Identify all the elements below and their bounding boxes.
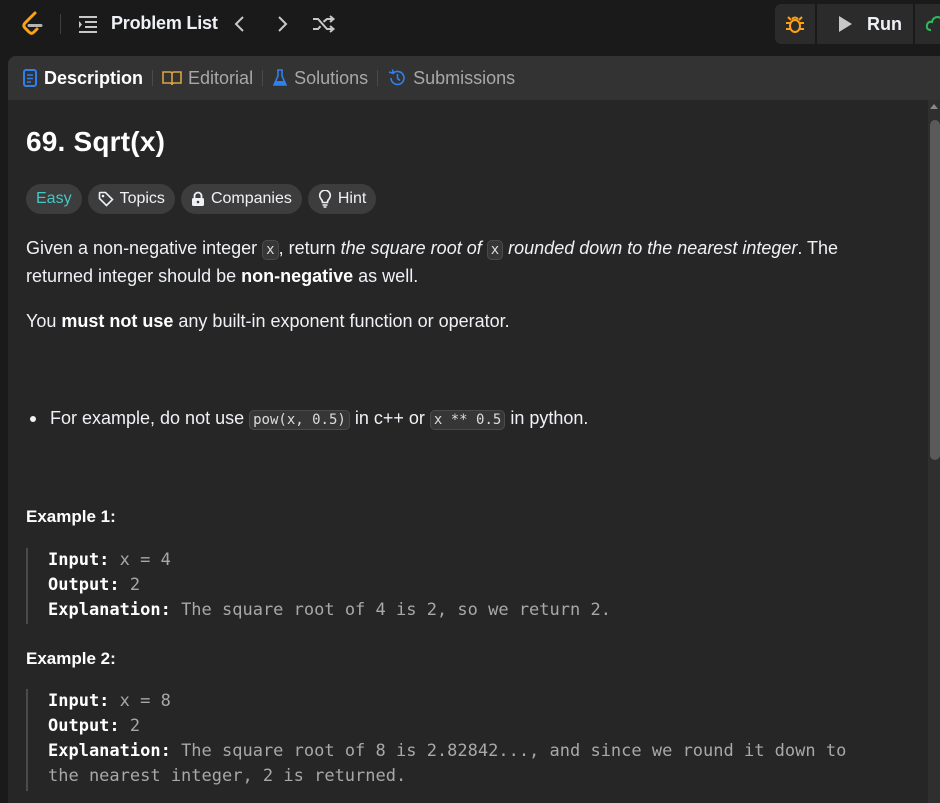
topics-button[interactable]: Topics bbox=[87, 184, 175, 214]
hint-label: Hint bbox=[337, 190, 367, 207]
bullet-dot bbox=[30, 415, 36, 422]
emphasis-text: rounded down to the nearest integer bbox=[503, 238, 798, 258]
inline-code: x bbox=[262, 240, 279, 260]
tab-label: Submissions bbox=[413, 67, 516, 88]
example-output-line: Output: 2 bbox=[48, 714, 846, 739]
example-output-line: Output: 2 bbox=[48, 573, 611, 598]
emphasis-text: the square root of bbox=[340, 238, 487, 258]
example-1-title: Example 1: bbox=[26, 507, 116, 526]
text: any built-in exponent function or operat… bbox=[173, 311, 510, 331]
output-key: Output: bbox=[48, 575, 120, 595]
difficulty-badge: Easy bbox=[26, 184, 82, 214]
text: , return bbox=[278, 238, 341, 258]
leetcode-logo-icon[interactable] bbox=[18, 9, 48, 39]
example-explanation-line: Explanation: The square root of 4 is 2, … bbox=[48, 598, 611, 623]
random-problem-button[interactable] bbox=[310, 12, 338, 36]
tab-editorial[interactable]: Editorial bbox=[162, 68, 253, 89]
debug-button[interactable] bbox=[775, 4, 815, 44]
tab-solutions[interactable]: Solutions bbox=[272, 68, 368, 89]
constraint-bullet: For example, do not use pow(x, 0.5) in c… bbox=[26, 408, 589, 430]
inline-code: pow(x, 0.5) bbox=[249, 410, 350, 430]
text: in python. bbox=[505, 408, 589, 428]
explanation-key: Explanation: bbox=[48, 600, 171, 620]
cloud-upload-icon bbox=[925, 15, 940, 31]
text: as well. bbox=[353, 266, 419, 286]
description-paragraph-1: Given a non-negative integer x, return t… bbox=[26, 235, 896, 289]
description-panel: Description Editorial Solutions Submissi… bbox=[8, 56, 940, 803]
tab-label: Description bbox=[44, 67, 144, 88]
tab-description[interactable]: Description bbox=[22, 68, 143, 89]
output-value: 2 bbox=[119, 716, 141, 736]
output-key: Output: bbox=[48, 716, 120, 736]
bullet-text: For example, do not use pow(x, 0.5) in c… bbox=[50, 408, 589, 430]
chevron-right-icon bbox=[278, 16, 288, 32]
example-explanation-line: Explanation: The square root of 8 is 2.8… bbox=[48, 739, 846, 764]
panel-tabs: Description Editorial Solutions Submissi… bbox=[8, 56, 940, 100]
example-2-block: Input: x = 8 Output: 2 Explanation: The … bbox=[26, 689, 846, 791]
play-icon bbox=[839, 16, 852, 32]
explanation-value: The square root of 8 is 2.82842..., and … bbox=[170, 741, 847, 761]
example-input-line: Input: x = 4 bbox=[48, 548, 611, 573]
tab-divider bbox=[152, 70, 154, 86]
book-icon bbox=[162, 69, 182, 87]
run-button[interactable]: Run bbox=[817, 4, 913, 44]
input-key: Input: bbox=[48, 550, 110, 570]
problem-title: 69. Sqrt(x) bbox=[26, 126, 166, 157]
prev-problem-button[interactable] bbox=[228, 12, 252, 36]
explanation-key: Explanation: bbox=[48, 741, 171, 761]
inline-code: x bbox=[486, 240, 504, 260]
description-icon bbox=[22, 69, 38, 87]
history-icon bbox=[387, 69, 407, 87]
input-key: Input: bbox=[48, 691, 110, 711]
scroll-up-arrow-icon[interactable] bbox=[930, 104, 938, 109]
inline-code: x ** 0.5 bbox=[429, 410, 506, 430]
list-icon[interactable] bbox=[77, 14, 99, 34]
explanation-value: The square root of 4 is 2, so we return … bbox=[170, 600, 611, 620]
text: in c++ or bbox=[349, 408, 430, 428]
input-value: x = 4 bbox=[109, 550, 171, 570]
input-value: x = 8 bbox=[109, 691, 171, 711]
run-label: Run bbox=[867, 13, 902, 34]
tab-divider bbox=[377, 70, 379, 86]
topics-label: Topics bbox=[119, 190, 165, 207]
companies-button[interactable]: Companies bbox=[180, 184, 302, 214]
example-1-block: Input: x = 4 Output: 2 Explanation: The … bbox=[26, 548, 611, 624]
tag-icon bbox=[98, 191, 114, 207]
submit-button[interactable] bbox=[915, 4, 940, 44]
divider bbox=[60, 14, 61, 34]
hint-button[interactable]: Hint bbox=[307, 184, 377, 214]
tab-label: Solutions bbox=[294, 67, 369, 88]
flask-icon bbox=[272, 69, 288, 87]
problem-list-link[interactable]: Problem List bbox=[111, 13, 218, 34]
action-bar: Run bbox=[775, 4, 940, 44]
text: For example, do not use bbox=[50, 408, 250, 428]
scrollbar-thumb[interactable] bbox=[930, 120, 940, 460]
next-problem-button[interactable] bbox=[270, 12, 294, 36]
problem-badges: Easy Topics Companies Hint bbox=[26, 184, 377, 214]
example-2-title: Example 2: bbox=[26, 649, 116, 668]
problem-content: 69. Sqrt(x) Easy Topics Companies Hint G… bbox=[26, 126, 906, 791]
lightbulb-icon bbox=[318, 190, 332, 208]
description-paragraph-2: You must not use any built-in exponent f… bbox=[26, 308, 896, 334]
companies-label: Companies bbox=[210, 190, 292, 207]
chevron-left-icon bbox=[234, 16, 244, 32]
text: You bbox=[26, 311, 62, 331]
shuffle-icon bbox=[313, 15, 336, 33]
text: Given a non-negative integer bbox=[26, 238, 263, 258]
output-value: 2 bbox=[119, 575, 141, 595]
lock-icon bbox=[191, 191, 205, 207]
bold-text: must not use bbox=[61, 311, 174, 331]
example-explanation-continued: the nearest integer, 2 is returned. bbox=[48, 766, 407, 786]
bug-icon bbox=[786, 16, 804, 33]
example-input-line: Input: x = 8 bbox=[48, 689, 846, 714]
tab-submissions[interactable]: Submissions bbox=[387, 68, 515, 89]
bold-text: non-negative bbox=[241, 266, 354, 286]
tab-divider bbox=[262, 70, 264, 86]
top-bar: Problem List Run bbox=[0, 0, 940, 50]
tab-label: Editorial bbox=[188, 67, 254, 88]
